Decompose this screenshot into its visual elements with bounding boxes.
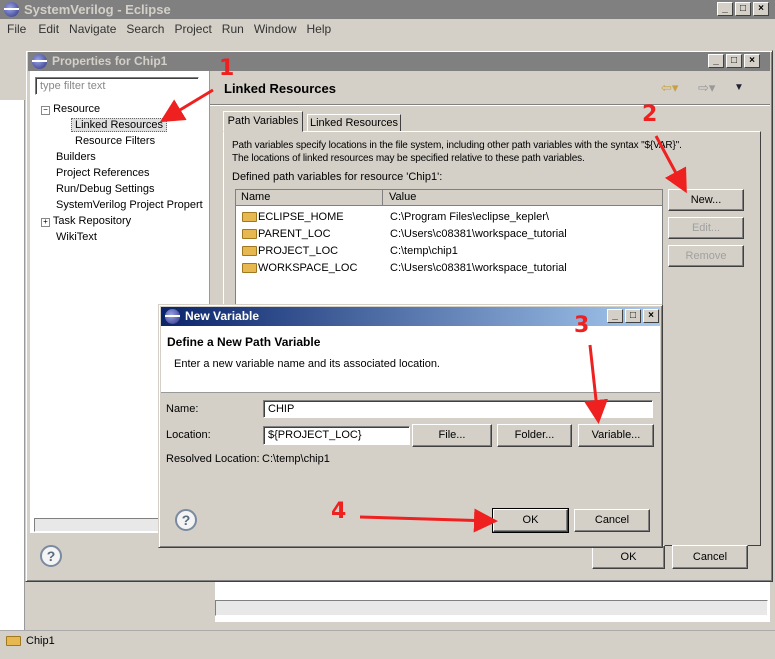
new-variable-dialog: New Variable _ □ × Define a New Path Var… (158, 304, 663, 548)
tree-item-project-references[interactable]: Project References (56, 167, 150, 179)
resolved-location-value: C:\temp\chip1 (262, 453, 330, 465)
close-button[interactable]: × (753, 2, 769, 16)
menu-project[interactable]: Project (169, 22, 216, 40)
column-header-name[interactable]: Name (236, 190, 383, 206)
tree-item-systemverilog-project-properties[interactable]: SystemVerilog Project Propert (56, 199, 203, 211)
header-separator (210, 104, 770, 106)
collapse-icon[interactable]: − (41, 106, 50, 115)
name-label: Name: (166, 403, 199, 415)
tree-item-task-repository[interactable]: Task Repository (53, 215, 131, 227)
close-button[interactable]: × (744, 54, 760, 68)
table-header: Name Value (236, 190, 662, 206)
menu-edit[interactable]: Edit (33, 22, 64, 40)
tree-item-resource-filters[interactable]: Resource Filters (75, 135, 155, 147)
annotation-2: 2 (642, 102, 658, 127)
variable-value: C:\temp\chip1 (390, 245, 458, 257)
horizontal-scrollbar[interactable] (215, 600, 768, 616)
close-button[interactable]: × (643, 309, 659, 323)
location-input[interactable]: ${PROJECT_LOC} (263, 426, 410, 445)
variable-value: C:\Program Files\eclipse_kepler\ (390, 211, 549, 223)
description-line-1: Path variables specify locations in the … (232, 140, 682, 151)
maximize-button[interactable]: □ (625, 309, 641, 323)
table-row[interactable]: PARENT_LOC C:\Users\c08381\workspace_tuto… (236, 226, 662, 243)
name-input[interactable]: CHIP (263, 400, 653, 418)
variable-name: WORKSPACE_LOC (258, 262, 358, 274)
forward-icon[interactable]: ⇨▾ (698, 80, 715, 96)
variable-name: PARENT_LOC (258, 228, 331, 240)
properties-title-bar: Properties for Chip1 _ □ × (28, 52, 770, 71)
folder-icon (242, 263, 257, 273)
project-icon (6, 636, 21, 646)
cancel-button[interactable]: Cancel (574, 509, 650, 532)
resolved-location-label: Resolved Location: (166, 453, 260, 465)
new-button[interactable]: New... (668, 189, 744, 211)
variable-button[interactable]: Variable... (578, 424, 654, 447)
eclipse-logo-icon (165, 309, 180, 324)
table-row[interactable]: PROJECT_LOC C:\temp\chip1 (236, 243, 662, 260)
minimize-button[interactable]: _ (708, 54, 724, 68)
annotation-3: 3 (574, 313, 590, 338)
filter-input[interactable]: type filter text (35, 77, 199, 95)
defined-variables-label: Defined path variables for resource 'Chi… (232, 171, 443, 183)
menu-window[interactable]: Window (249, 22, 302, 40)
help-icon[interactable]: ? (175, 509, 197, 531)
cancel-button[interactable]: Cancel (672, 545, 748, 569)
folder-icon (242, 229, 257, 239)
tab-linked-resources[interactable]: Linked Resources (307, 114, 401, 132)
dialog-title: Properties for Chip1 (52, 54, 168, 68)
left-view-background (0, 100, 25, 630)
table-row[interactable]: WORKSPACE_LOC C:\Users\c08381\workspace_t… (236, 260, 662, 277)
help-icon[interactable]: ? (40, 545, 62, 567)
eclipse-logo-icon (4, 2, 19, 17)
column-header-value[interactable]: Value (384, 190, 662, 206)
eclipse-logo-icon (32, 54, 47, 69)
eclipse-title-bar: SystemVerilog - Eclipse _ □ × (0, 0, 775, 19)
variable-value: C:\Users\c08381\workspace_tutorial (390, 262, 567, 274)
dialog-title: New Variable (185, 309, 260, 323)
dialog-description: Enter a new variable name and its associ… (174, 358, 440, 370)
table-row[interactable]: ECLIPSE_HOME C:\Program Files\eclipse_kep… (236, 209, 662, 226)
folder-icon (242, 212, 257, 222)
window-title: SystemVerilog - Eclipse (24, 2, 171, 17)
maximize-button[interactable]: □ (735, 2, 751, 16)
file-button[interactable]: File... (412, 424, 492, 447)
page-heading: Linked Resources (224, 81, 336, 96)
tree-item-wikitext[interactable]: WikiText (56, 231, 97, 243)
expand-icon[interactable]: + (41, 218, 50, 227)
location-label: Location: (166, 429, 211, 441)
status-text: Chip1 (26, 635, 55, 647)
minimize-button[interactable]: _ (607, 309, 623, 323)
variable-value: C:\Users\c08381\workspace_tutorial (390, 228, 567, 240)
tree-item-linked-resources[interactable]: Linked Resources (71, 118, 168, 132)
folder-button[interactable]: Folder... (497, 424, 572, 447)
tree-item-builders[interactable]: Builders (56, 151, 96, 163)
menu-help[interactable]: Help (302, 22, 337, 40)
tab-path-variables[interactable]: Path Variables (223, 111, 303, 132)
menu-navigate[interactable]: Navigate (64, 22, 121, 40)
variable-name: ECLIPSE_HOME (258, 211, 344, 223)
back-icon[interactable]: ⇦▾ (661, 80, 678, 96)
menu-search[interactable]: Search (121, 22, 169, 40)
annotation-1: 1 (219, 56, 235, 81)
ok-button[interactable]: OK (492, 508, 569, 533)
variable-name: PROJECT_LOC (258, 245, 339, 257)
menu-dropdown-icon[interactable]: ▼ (734, 82, 744, 93)
status-bar: Chip1 (0, 630, 775, 659)
tree-item-run-debug-settings[interactable]: Run/Debug Settings (56, 183, 154, 195)
menu-run[interactable]: Run (217, 22, 249, 40)
annotation-4: 4 (331, 499, 347, 524)
folder-icon (242, 246, 257, 256)
tree-item-resource[interactable]: Resource (53, 103, 100, 115)
maximize-button[interactable]: □ (726, 54, 742, 68)
description-line-2: The locations of linked resources may be… (232, 153, 585, 164)
dialog-heading: Define a New Path Variable (167, 335, 321, 349)
minimize-button[interactable]: _ (717, 2, 733, 16)
menu-bar: File Edit Navigate Search Project Run Wi… (0, 22, 336, 40)
remove-button[interactable]: Remove (668, 245, 744, 267)
edit-button[interactable]: Edit... (668, 217, 744, 239)
menu-file[interactable]: File (0, 22, 33, 40)
ok-button[interactable]: OK (592, 545, 665, 569)
